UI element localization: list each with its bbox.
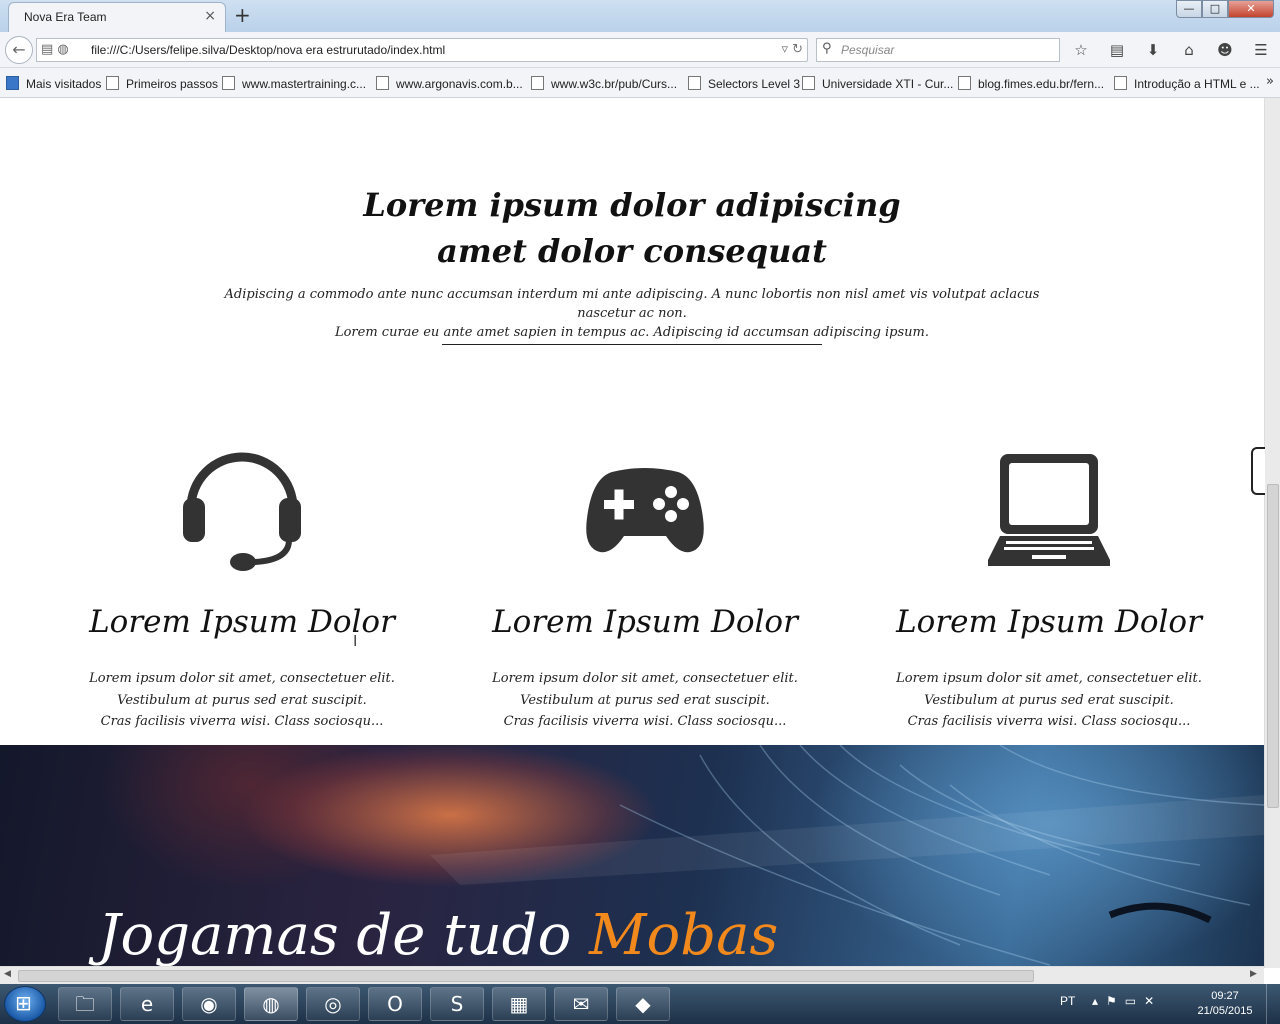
bookmark-item[interactable]: Introdução a HTML e ...	[1114, 76, 1260, 91]
navigation-toolbar: ← ▤ ◍ file:///C:/Users/felipe.silva/Desk…	[0, 32, 1280, 68]
scroll-right-arrow-icon[interactable]: ▶	[1250, 969, 1257, 979]
browser-titlebar: Nova Era Team × + — □ ✕	[0, 0, 1280, 32]
bookmark-item[interactable]: Selectors Level 3	[688, 76, 800, 91]
feature-text-line: Cras facilisis viverra wisi. Class socio…	[503, 714, 787, 729]
sublime-text-icon[interactable]: S	[430, 987, 484, 1021]
bookmark-item[interactable]: Primeiros passos	[106, 76, 218, 91]
home-icon[interactable]: ⌂	[1176, 39, 1202, 61]
page-identity-icon[interactable]: ▤ ◍	[41, 42, 69, 57]
scroll-left-arrow-icon[interactable]: ◀	[4, 969, 11, 979]
system-tray-icons[interactable]: ▴⚑▭✕	[1092, 994, 1162, 1008]
system-clock[interactable]: 09:27 21/05/2015	[1190, 989, 1260, 1019]
bookmark-item[interactable]: www.argonavis.com.b...	[376, 76, 523, 91]
menu-icon[interactable]: ☰	[1248, 39, 1274, 61]
bookmarks-toolbar: Mais visitados Primeiros passos www.mast…	[0, 68, 1280, 98]
feature-text-line: Vestibulum at purus sed erat suscipit.	[924, 692, 1174, 708]
window-minimize-button[interactable]: —	[1176, 0, 1202, 18]
text-cursor-icon: I	[353, 632, 358, 650]
search-placeholder: Pesquisar	[841, 43, 895, 57]
horizontal-scroll-thumb[interactable]	[18, 970, 1034, 982]
window-maximize-button[interactable]: □	[1202, 0, 1228, 18]
opera-icon[interactable]: O	[368, 987, 422, 1021]
feature-title: Lorem Ipsum Dolor	[896, 604, 1202, 640]
virtualbox-icon[interactable]: ◆	[616, 987, 670, 1021]
feature-description: Lorem ipsum dolor sit amet, consectetuer…	[445, 668, 845, 733]
feature-card-gaming: Lorem Ipsum Dolor Lorem ipsum dolor sit …	[445, 448, 845, 733]
feature-description: Lorem ipsum dolor sit amet, consectetuer…	[849, 668, 1249, 733]
reload-icon[interactable]: ▿ ↻	[781, 42, 803, 57]
winrar-icon[interactable]: ▦	[492, 987, 546, 1021]
laptop-icon	[988, 454, 1110, 566]
feature-text-line: Lorem ipsum dolor sit amet, consectetuer…	[89, 671, 395, 686]
gamepad-icon	[586, 468, 704, 553]
headset-icon	[183, 452, 301, 571]
firefox-icon[interactable]: ◍	[244, 987, 298, 1021]
intro-paragraph: Adipiscing a commodo ante nunc accumsan …	[200, 285, 1064, 342]
clock-time: 09:27	[1211, 990, 1239, 1002]
banner-headline: Jogamas de tudo Mobas	[98, 903, 778, 966]
vertical-scroll-thumb[interactable]	[1267, 484, 1279, 808]
horizontal-scrollbar[interactable]: ◀ ▶	[0, 966, 1264, 984]
start-button[interactable]	[4, 986, 46, 1022]
back-button[interactable]: ←	[5, 36, 33, 64]
feature-text-line: Lorem ipsum dolor sit amet, consectetuer…	[896, 671, 1202, 686]
feature-card-computing: Lorem Ipsum Dolor Lorem ipsum dolor sit …	[849, 448, 1249, 733]
toolbar-icons: ☆ ▤ ⬇ ⌂ ☻ ☰	[1068, 39, 1274, 61]
vertical-scrollbar[interactable]	[1264, 98, 1280, 968]
window-close-button[interactable]: ✕	[1228, 0, 1274, 18]
bookmark-item[interactable]: Universidade XTI - Cur...	[802, 76, 953, 91]
banner-accent-text: Mobas	[589, 903, 779, 966]
chat-icon[interactable]: ☻	[1212, 39, 1238, 61]
bookmark-item[interactable]: blog.fimes.edu.br/fern...	[958, 76, 1104, 91]
language-indicator[interactable]: PT	[1060, 994, 1075, 1008]
intro-line-2: Lorem curae eu ante amet sapien in tempu…	[334, 325, 930, 340]
page-heading: Lorem ipsum dolor adipiscing amet dolor …	[0, 182, 1264, 274]
file-explorer-icon[interactable]: 🗀	[58, 987, 112, 1021]
banner-text: Jogamas de tudo	[98, 903, 572, 966]
back-arrow-icon: ←	[12, 40, 26, 59]
windows-taskbar: 🗀 e ◉ ◍ ◎ O S ▦ ✉ ◆ PT ▴⚑▭✕ 09:27 21/05/…	[0, 984, 1280, 1024]
feature-description: Lorem ipsum dolor sit amet, consectetuer…	[42, 668, 442, 733]
heading-line-2: amet dolor consequat	[437, 232, 827, 270]
tab-close-icon[interactable]: ×	[204, 8, 216, 24]
url-text[interactable]: file:///C:/Users/felipe.silva/Desktop/no…	[91, 43, 445, 57]
search-bar[interactable]: ⚲ Pesquisar	[816, 38, 1060, 62]
tab-title: Nova Era Team	[24, 10, 107, 24]
chrome-icon[interactable]: ◉	[182, 987, 236, 1021]
web-page: Lorem ipsum dolor adipiscing amet dolor …	[0, 98, 1264, 966]
downloads-icon[interactable]: ⬇	[1140, 39, 1166, 61]
url-bar[interactable]: ▤ ◍ file:///C:/Users/felipe.silva/Deskto…	[36, 38, 808, 62]
internet-explorer-icon[interactable]: e	[120, 987, 174, 1021]
search-icon: ⚲	[822, 41, 832, 56]
bookmark-star-icon[interactable]: ☆	[1068, 39, 1094, 61]
feature-card-support: Lorem Ipsum Dolor Lorem ipsum dolor sit …	[42, 448, 442, 733]
browser-tab[interactable]: Nova Era Team ×	[8, 2, 226, 32]
bookmark-item[interactable]: www.mastertraining.c...	[222, 76, 366, 91]
feature-text-line: Cras facilisis viverra wisi. Class socio…	[907, 714, 1191, 729]
safari-icon[interactable]: ◎	[306, 987, 360, 1021]
hero-banner: Jogamas de tudo Mobas	[0, 745, 1264, 966]
bookmarks-overflow-button[interactable]: »	[1266, 74, 1274, 89]
show-desktop-button[interactable]	[1266, 984, 1280, 1024]
intro-line-1: Adipiscing a commodo ante nunc accumsan …	[224, 287, 1040, 321]
new-tab-button[interactable]: +	[234, 3, 251, 27]
feature-title: Lorem Ipsum Dolor	[492, 604, 798, 640]
bookmark-item[interactable]: www.w3c.br/pub/Curs...	[531, 76, 677, 91]
bookmarks-menu-icon[interactable]: ▤	[1104, 39, 1130, 61]
feature-title: Lorem Ipsum Dolor	[89, 604, 395, 640]
feature-text-line: Cras facilisis viverra wisi. Class socio…	[100, 714, 384, 729]
feature-text-line: Vestibulum at purus sed erat suscipit.	[520, 692, 770, 708]
feature-text-line: Lorem ipsum dolor sit amet, consectetuer…	[492, 671, 798, 686]
heading-divider	[442, 344, 822, 345]
heading-line-1: Lorem ipsum dolor adipiscing	[363, 186, 901, 224]
outlook-icon[interactable]: ✉	[554, 987, 608, 1021]
clock-date: 21/05/2015	[1197, 1005, 1253, 1017]
side-panel-handle[interactable]	[1251, 447, 1265, 495]
bookmark-item[interactable]: Mais visitados	[6, 76, 101, 91]
feature-text-line: Vestibulum at purus sed erat suscipit.	[117, 692, 367, 708]
